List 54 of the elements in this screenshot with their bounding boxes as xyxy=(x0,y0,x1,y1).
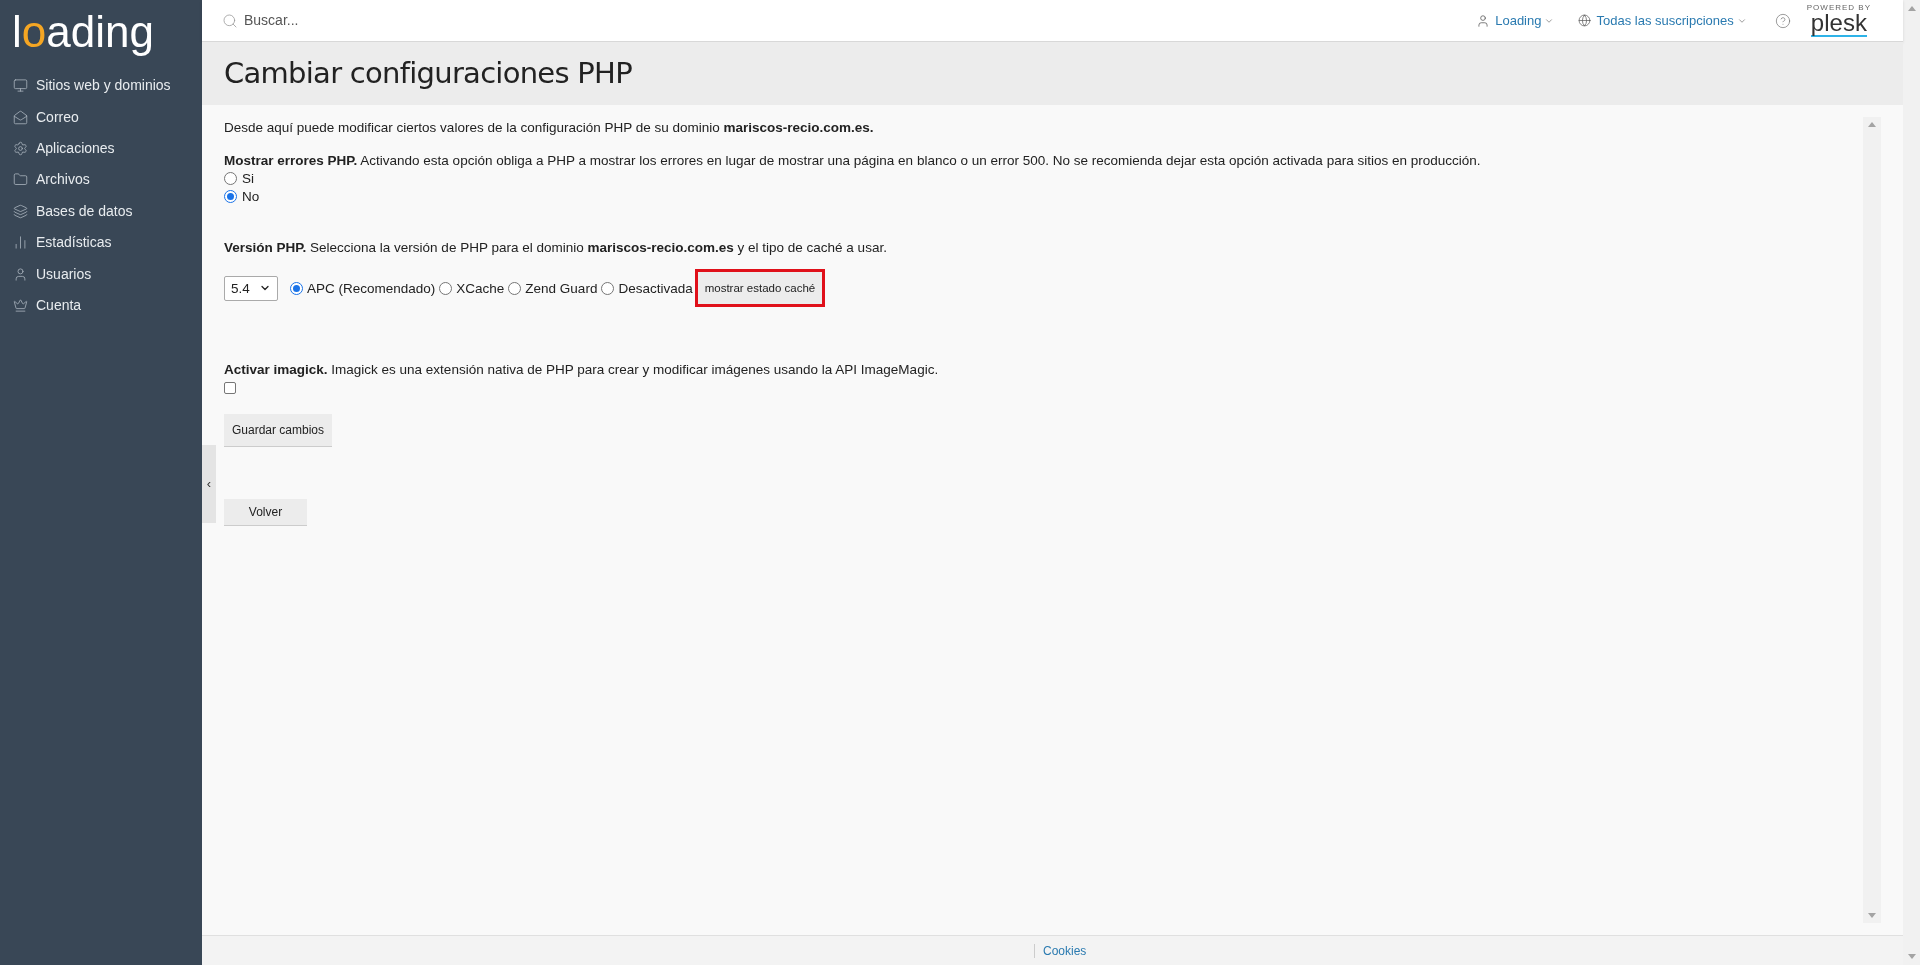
radio-label: XCache xyxy=(456,279,505,297)
save-button[interactable]: Guardar cambios xyxy=(224,414,333,447)
user-icon xyxy=(13,266,28,282)
folder-icon xyxy=(13,172,28,188)
envelope-icon xyxy=(13,109,28,125)
gear-icon xyxy=(13,140,28,156)
help-icon[interactable] xyxy=(1774,12,1791,29)
sidebar-item[interactable]: Estadísticas xyxy=(0,226,202,259)
plesk-logo: plesk xyxy=(1810,11,1867,37)
globe-icon xyxy=(1578,14,1592,27)
checkbox[interactable] xyxy=(224,382,236,394)
search-field[interactable]: Buscar... xyxy=(244,10,544,31)
radio-button[interactable] xyxy=(224,172,237,185)
sidebar-item[interactable]: Cuenta xyxy=(0,289,202,322)
radio-button[interactable] xyxy=(601,281,615,295)
cache-status-button[interactable]: mostrar estado caché xyxy=(694,269,826,307)
scroll-up-icon[interactable] xyxy=(1907,6,1916,11)
radio-label: Zend Guard xyxy=(525,279,598,297)
radio-button[interactable] xyxy=(290,281,303,295)
monitor-icon xyxy=(13,78,28,94)
radio-button[interactable] xyxy=(224,190,237,203)
sidebar-item[interactable]: Aplicaciones xyxy=(0,132,202,165)
sidebar-item[interactable]: Archivos xyxy=(0,164,202,196)
page-title: Cambiar configuraciones PHP xyxy=(224,54,632,92)
radio-label: Desactivada xyxy=(618,279,693,297)
scroll-down-icon[interactable] xyxy=(1907,954,1916,959)
scroll-down-icon[interactable] xyxy=(1868,913,1876,918)
sidebar-item[interactable]: Usuarios xyxy=(0,258,202,290)
radio-button[interactable] xyxy=(439,281,453,295)
crown-icon xyxy=(13,297,28,313)
layers-icon xyxy=(13,203,28,219)
intro-text: Desde aquí puede modificar ciertos valores de la configuración PHP de su dominio mariscos-recio.com.es. xyxy=(224,119,875,136)
sidebar-item[interactable]: Bases de datos xyxy=(0,195,202,227)
back-button[interactable]: Volver xyxy=(224,499,307,526)
bar-chart-icon xyxy=(13,235,28,251)
cookies-link[interactable]: Cookies xyxy=(1043,941,1087,960)
powered-by-label: POWERED BY xyxy=(1806,4,1871,12)
logo: loading xyxy=(11,6,155,58)
user-icon xyxy=(1476,13,1491,28)
radio-label: Si xyxy=(242,170,254,187)
radio-button[interactable] xyxy=(508,281,522,295)
scroll-up-icon[interactable] xyxy=(1868,122,1876,127)
subscriptions-menu[interactable]: Todas las suscripciones xyxy=(1596,10,1747,31)
search-icon xyxy=(222,12,238,29)
collapse-sidebar-button[interactable]: ‹ xyxy=(202,445,216,523)
version-description: Versión PHP. Selecciona la versión de PHP para el dominio mariscos-recio.com.es y el tipo de caché a usar. xyxy=(224,239,888,256)
sidebar-item[interactable]: Sitios web y dominios xyxy=(0,70,202,102)
radio-label: APC (Recomendado) xyxy=(307,279,436,297)
radio-label: No xyxy=(242,188,260,205)
version-select[interactable]: 5.4 xyxy=(224,275,278,301)
errors-description: Mostrar errores PHP. Activando esta opción obliga a PHP a mostrar los errores en lugar de mostrar una página en blanco o un error 500. No se recomienda dejar esta opción activada para sitios en producción. xyxy=(224,152,1482,169)
sidebar-item[interactable]: Correo xyxy=(0,101,202,133)
imagick-description: Activar imagick. Imagick es una extensión nativa de PHP para crear y modificar imágenes usando la API ImageMagic. xyxy=(224,361,940,378)
user-menu[interactable]: Loading xyxy=(1495,10,1555,31)
